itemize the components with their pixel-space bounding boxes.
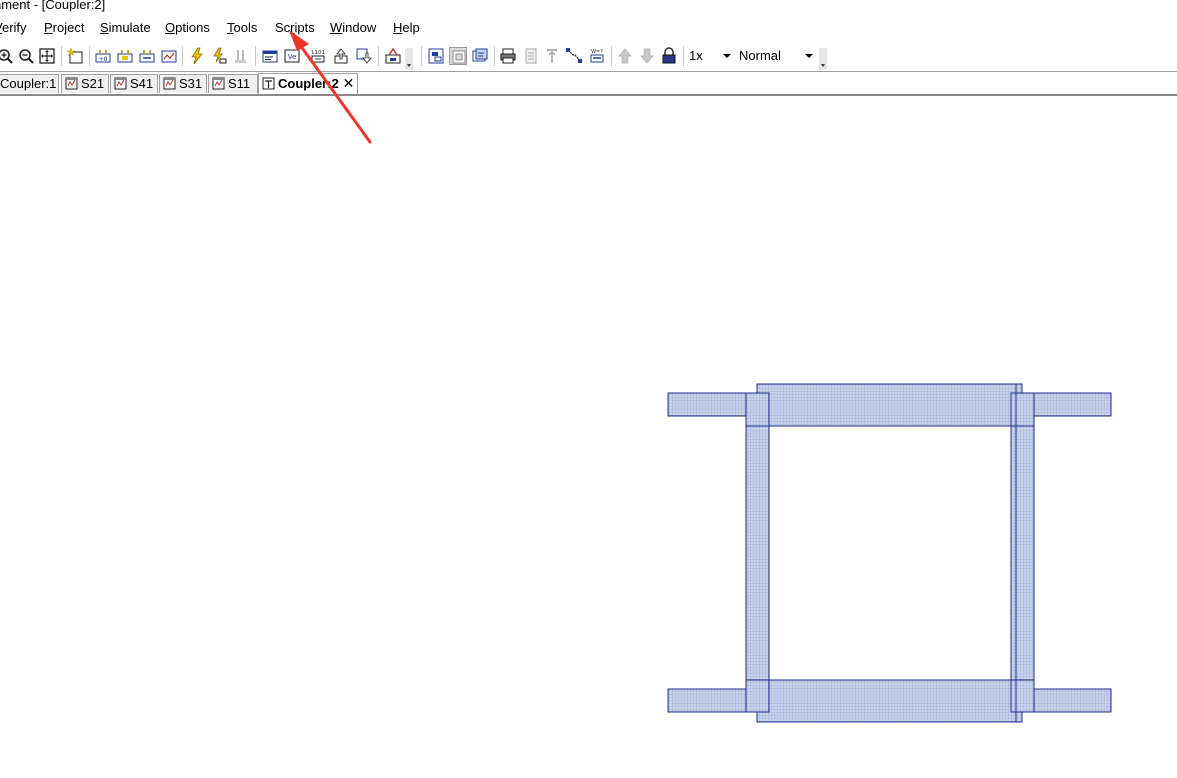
distribute-icon[interactable]: [543, 47, 561, 65]
junction-bottom-left[interactable]: [745, 679, 770, 713]
print-icon[interactable]: [499, 47, 517, 65]
measure-icon[interactable]: W=?: [588, 47, 606, 65]
lock-icon[interactable]: [660, 47, 678, 65]
properties-icon[interactable]: [261, 47, 279, 65]
branch-line-coupler-layout: [667, 383, 1112, 723]
new-schematic-icon[interactable]: [67, 47, 85, 65]
binary-icon[interactable]: 1101: [309, 47, 327, 65]
right-branch-line[interactable]: [1010, 425, 1035, 681]
junction-bottom-right[interactable]: [1010, 679, 1035, 713]
toolbar-separator: [378, 46, 379, 66]
speed-select-value: 1x: [689, 48, 703, 63]
window-title-bar: nment - [Coupler:2]: [0, 0, 1177, 14]
tab-s21[interactable]: S21: [61, 74, 109, 93]
menu-help[interactable]: Help: [393, 20, 420, 35]
toolbar-separator: [611, 46, 612, 66]
window-title: nment - [Coupler:2]: [0, 0, 106, 12]
tab-label: Coupler:2: [278, 76, 339, 91]
variables-icon[interactable]: Ve: [283, 47, 301, 65]
svg-text:W=?: W=?: [591, 49, 603, 55]
arrow-up-icon[interactable]: [616, 47, 634, 65]
push-into-icon[interactable]: [332, 47, 350, 65]
junction-top-left[interactable]: [745, 392, 770, 427]
simulate-icon[interactable]: [188, 47, 206, 65]
mode-select-value: Normal: [739, 48, 781, 63]
speed-select[interactable]: 1x: [689, 47, 735, 65]
toolbar-separator: [421, 46, 422, 66]
align-icon[interactable]: [522, 47, 540, 65]
stop-simulation-icon[interactable]: [232, 47, 250, 65]
menu-scripts[interactable]: Scripts: [275, 20, 315, 35]
graph-icon: [163, 77, 176, 90]
menu-simulate[interactable]: Simulate: [100, 20, 151, 35]
tab-s11[interactable]: S11: [208, 74, 258, 93]
add-port-icon[interactable]: [116, 47, 134, 65]
svg-text:+0: +0: [99, 56, 108, 63]
zoom-in-icon[interactable]: [0, 47, 14, 65]
tab-label: S31: [179, 76, 203, 91]
add-subcircuit-icon[interactable]: [138, 47, 156, 65]
toolbar-separator: [89, 46, 90, 66]
port-4-feed-line[interactable]: [667, 688, 747, 713]
menu-verify[interactable]: Verify: [0, 20, 27, 35]
bottom-through-line[interactable]: [756, 679, 1023, 723]
toolbar-separator: [494, 46, 495, 66]
toolbar-overflow-grip[interactable]: [405, 48, 413, 70]
tab-divider: [0, 94, 1177, 96]
route-icon[interactable]: [565, 47, 583, 65]
port-1-feed-line[interactable]: [667, 392, 747, 417]
toolbar-separator: [683, 46, 684, 66]
junction-top-right[interactable]: [1010, 392, 1035, 427]
graph-icon: [114, 77, 127, 90]
graph-icon: [65, 77, 78, 90]
menu-window[interactable]: Window: [330, 20, 376, 35]
port-2-feed-line[interactable]: [1033, 392, 1112, 417]
main-toolbar: +0 Ve 1101 W=? 1x Normal: [0, 40, 1177, 71]
left-branch-line[interactable]: [745, 425, 770, 681]
tab-label: S21: [81, 76, 105, 91]
analyze-icon[interactable]: [210, 47, 228, 65]
add-graph-icon[interactable]: [160, 47, 178, 65]
menu-tools[interactable]: Tools: [227, 20, 257, 35]
schematic-icon: [262, 77, 275, 90]
tab-s31[interactable]: S31: [159, 74, 207, 93]
svg-text:Ve: Ve: [288, 53, 297, 61]
tab-coupler-1[interactable]: Coupler:1: [0, 74, 59, 93]
menu-options[interactable]: Options: [165, 20, 210, 35]
toolbar-separator: [182, 46, 183, 66]
close-icon[interactable]: ✕: [343, 74, 355, 92]
tab-label: Coupler:1: [0, 76, 57, 91]
layout-canvas[interactable]: [0, 97, 1177, 775]
tuning-icon[interactable]: [384, 47, 402, 65]
tab-label: S11: [228, 76, 251, 91]
graph-icon: [212, 77, 225, 90]
chevron-down-icon: [723, 54, 731, 58]
3d-view-icon[interactable]: [471, 47, 489, 65]
port-3-feed-line[interactable]: [1033, 688, 1112, 713]
layout-view-icon[interactable]: [427, 47, 445, 65]
document-tab-bar: Coupler:1 S21 S41 S31 S11 Coupler:2 ✕: [0, 71, 1177, 94]
svg-text:1101: 1101: [311, 50, 325, 56]
chevron-down-icon: [805, 54, 813, 58]
select-mode-icon[interactable]: [449, 47, 467, 65]
toolbar-separator: [61, 46, 62, 66]
tab-coupler-2[interactable]: Coupler:2 ✕: [258, 73, 358, 94]
pop-out-icon[interactable]: [355, 47, 373, 65]
tab-label: S41: [130, 76, 154, 91]
tab-s41[interactable]: S41: [110, 74, 158, 93]
zoom-fit-icon[interactable]: [38, 47, 56, 65]
menu-project[interactable]: Project: [44, 20, 84, 35]
toolbar-overflow-grip[interactable]: [819, 48, 827, 70]
mode-select[interactable]: Normal: [739, 47, 817, 65]
arrow-down-icon[interactable]: [638, 47, 656, 65]
zoom-out-icon[interactable]: [17, 47, 35, 65]
add-element-icon[interactable]: +0: [94, 47, 112, 65]
top-through-line[interactable]: [756, 383, 1023, 427]
menu-bar: Verify Project Simulate Options Tools Sc…: [0, 14, 1177, 40]
toolbar-separator: [255, 46, 256, 66]
